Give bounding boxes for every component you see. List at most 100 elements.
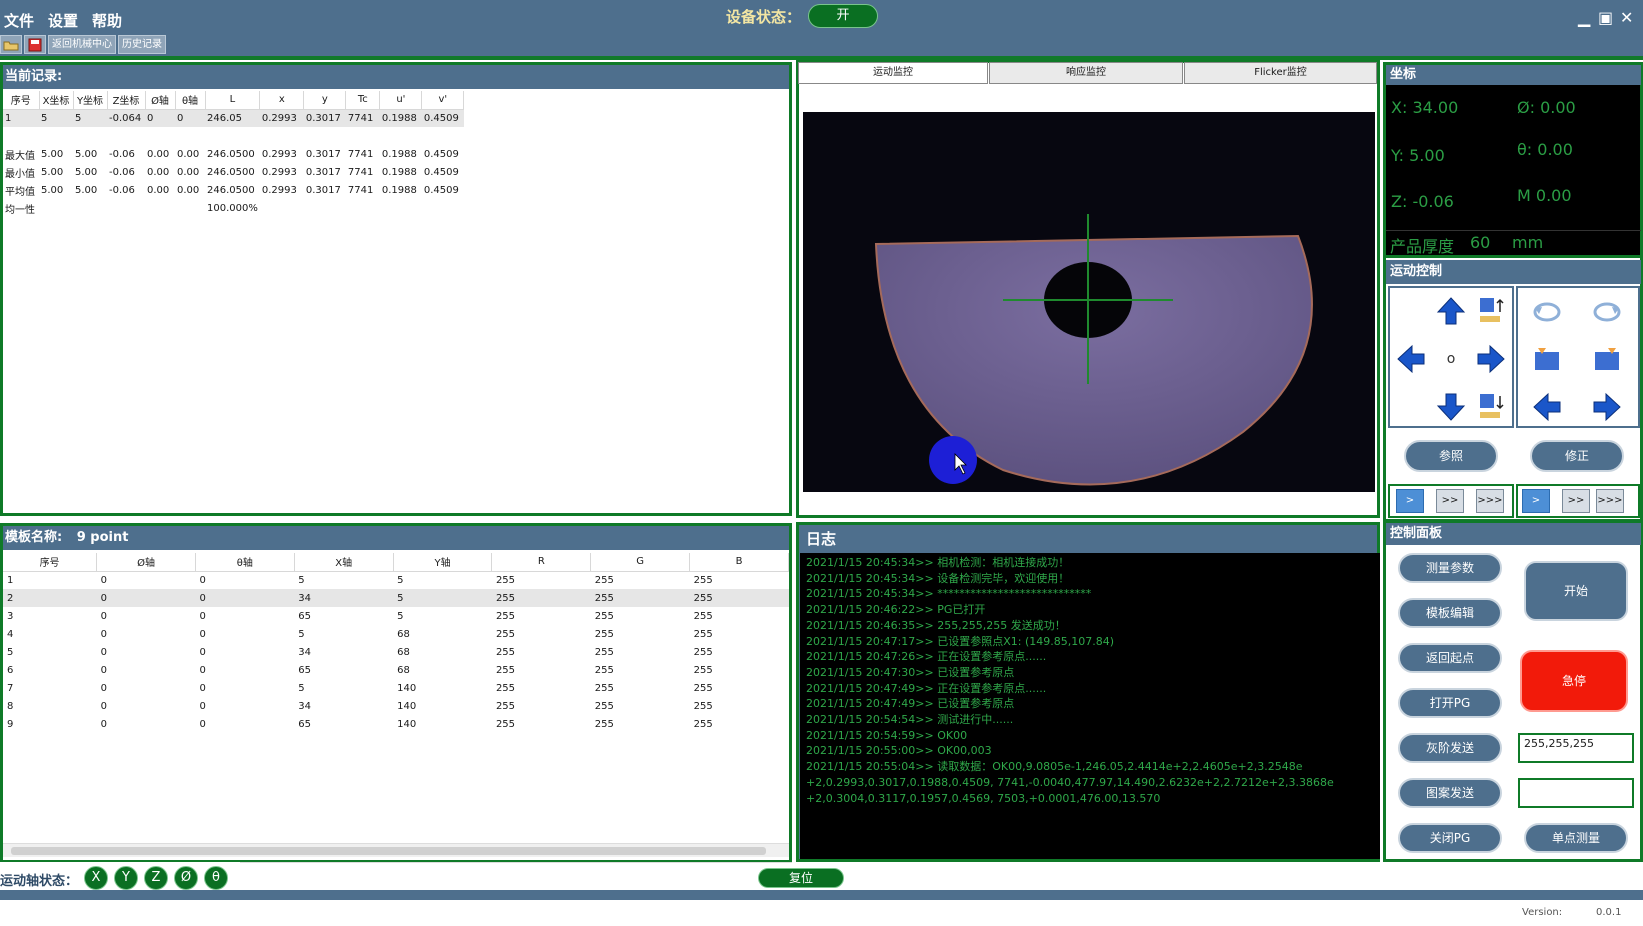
return-origin-button[interactable]: 返回起点 (1398, 643, 1502, 673)
record-column-header[interactable]: 序号 (3, 91, 40, 110)
pattern-value-input[interactable] (1518, 778, 1634, 808)
speed-right-fast[interactable]: >>> (1596, 489, 1624, 513)
template-column-header[interactable]: R (491, 553, 592, 572)
reset-button[interactable]: 复位 (758, 868, 844, 888)
template-column-header[interactable]: B (689, 553, 789, 572)
close-pg-button[interactable]: 关闭PG (1398, 823, 1502, 853)
move-left-button[interactable] (1394, 342, 1428, 376)
template-row[interactable]: 2 0 0 34 5 255 255 255 (3, 589, 789, 607)
record-row[interactable] (3, 127, 464, 145)
template-edit-button[interactable]: 模板编辑 (1398, 598, 1502, 628)
measure-params-button[interactable]: 测量参数 (1398, 553, 1502, 583)
record-column-header[interactable]: Tc (345, 91, 381, 110)
record-row[interactable]: 1 5 5 -0.064 0 0 246.05 0.2993 0.3017 7741 0.1988 0… (3, 109, 464, 127)
record-column-header[interactable]: Y坐标 (73, 91, 108, 110)
record-column-header[interactable]: X坐标 (39, 91, 74, 110)
open-folder-icon[interactable] (0, 35, 22, 54)
coord-z: Z: -0.06 (1391, 192, 1454, 211)
tab-flicker-monitor[interactable]: Flicker监控 (1184, 62, 1377, 84)
record-cell: 0.00 (177, 184, 200, 196)
menu-file[interactable]: 文件 (4, 10, 34, 32)
menu-help[interactable]: 帮助 (92, 10, 122, 32)
return-center-button[interactable]: 返回机械中心 (48, 35, 116, 54)
record-cell: 0.00 (147, 148, 170, 160)
template-row[interactable]: 6 0 0 65 68 255 255 255 (3, 661, 789, 679)
template-row[interactable]: 9 0 0 65 140 255 255 255 (3, 715, 789, 733)
template-row[interactable]: 3 0 0 65 5 255 255 255 (3, 607, 789, 625)
template-row[interactable]: 5 0 0 34 68 255 255 255 (3, 643, 789, 661)
record-cell: 0.00 (147, 166, 170, 178)
tilt-right-icon[interactable] (1590, 342, 1624, 376)
start-button[interactable]: 开始 (1524, 561, 1628, 621)
record-column-header[interactable]: Z坐标 (107, 91, 146, 110)
log-output[interactable]: 2021/1/15 20:45:34>> 相机检测：相机连接成功！ 2021/1/… (800, 553, 1380, 859)
gray-send-button[interactable]: 灰阶发送 (1398, 733, 1502, 763)
speed-left-slow[interactable]: > (1396, 489, 1424, 513)
speed-left-fast[interactable]: >>> (1476, 489, 1504, 513)
template-row[interactable]: 8 0 0 34 140 255 255 255 (3, 697, 789, 715)
menu-settings[interactable]: 设置 (48, 10, 78, 32)
close-icon[interactable]: ✕ (1620, 8, 1633, 27)
axis-status-fill (240, 862, 792, 890)
template-column-header[interactable]: Y轴 (393, 553, 493, 572)
record-column-header[interactable]: L (205, 91, 261, 110)
template-row[interactable]: 7 0 0 5 140 255 255 255 (3, 679, 789, 697)
theta-right-button[interactable] (1590, 390, 1624, 424)
open-pg-button[interactable]: 打开PG (1398, 688, 1502, 718)
move-right-button[interactable] (1474, 342, 1508, 376)
camera-view[interactable] (803, 112, 1375, 492)
device-status-indicator[interactable]: 开 (808, 4, 878, 28)
axis-z-indicator: Z (144, 866, 168, 890)
tilt-left-icon[interactable] (1530, 342, 1564, 376)
emergency-stop-button[interactable]: 急停 (1520, 650, 1628, 712)
template-row[interactable]: 1 0 0 5 5 255 255 255 (3, 571, 789, 589)
template-cell: 9 (7, 718, 14, 730)
history-button[interactable]: 历史记录 (118, 35, 166, 54)
pattern-send-button[interactable]: 图案发送 (1398, 778, 1502, 808)
record-column-header[interactable]: x (259, 91, 305, 110)
camera-image (874, 214, 1313, 486)
speed-right-slow[interactable]: > (1522, 489, 1550, 513)
record-cell: 1 (3, 109, 39, 127)
template-column-header[interactable]: θ轴 (195, 553, 295, 572)
tab-response-monitor[interactable]: 响应监控 (989, 62, 1183, 84)
gray-value-input[interactable]: 255,255,255 (1518, 733, 1634, 763)
z-up-icon[interactable] (1474, 294, 1508, 328)
maximize-icon[interactable]: ▣ (1598, 8, 1613, 27)
record-cell: 5.00 (41, 148, 64, 160)
thickness-value[interactable]: 60 (1470, 233, 1490, 252)
record-column-header[interactable]: v' (421, 91, 465, 110)
record-cell: 0.1988 (381, 166, 417, 178)
rotate-cw-icon[interactable] (1590, 294, 1624, 328)
speed-right-medium[interactable]: >> (1562, 489, 1590, 513)
record-column-header[interactable]: Ø轴 (145, 91, 176, 110)
minimize-icon[interactable]: ▁ (1578, 8, 1590, 27)
center-button[interactable]: o (1434, 342, 1468, 376)
speed-left-medium[interactable]: >> (1436, 489, 1464, 513)
device-status-label: 设备状态： (726, 8, 802, 26)
rotate-ccw-icon[interactable] (1530, 294, 1564, 328)
record-column-header[interactable]: u' (379, 91, 423, 110)
z-down-icon[interactable] (1474, 390, 1508, 424)
template-column-header[interactable]: G (590, 553, 691, 572)
scrollbar-thumb[interactable] (11, 847, 766, 855)
correct-button[interactable]: 修正 (1530, 440, 1624, 472)
record-column-header[interactable]: θ轴 (175, 91, 206, 110)
record-column-header[interactable]: y (303, 91, 347, 110)
horizontal-scrollbar[interactable] (3, 843, 789, 857)
theta-left-button[interactable] (1530, 390, 1564, 424)
tab-motion-monitor[interactable]: 运动监控 (798, 62, 988, 84)
template-column-header[interactable]: 序号 (3, 553, 98, 572)
record-row[interactable]: 最大值 5.00 5.00 -0.06 0.00 0.00 246.0500 0.2993 0.… (3, 145, 464, 163)
reference-button[interactable]: 参照 (1404, 440, 1498, 472)
move-up-button[interactable] (1434, 294, 1468, 328)
template-column-header[interactable]: Ø轴 (96, 553, 196, 572)
record-row[interactable]: 均一性 100.000% (3, 199, 464, 217)
move-down-button[interactable] (1434, 390, 1468, 424)
template-row[interactable]: 4 0 0 5 68 255 255 255 (3, 625, 789, 643)
record-row[interactable]: 平均值 5.00 5.00 -0.06 0.00 0.00 246.0500 0.2993 0.… (3, 181, 464, 199)
save-icon[interactable] (24, 35, 46, 54)
record-row[interactable]: 最小值 5.00 5.00 -0.06 0.00 0.00 246.0500 0.2993 0.… (3, 163, 464, 181)
single-measure-button[interactable]: 单点测量 (1524, 823, 1628, 853)
template-column-header[interactable]: X轴 (294, 553, 394, 572)
